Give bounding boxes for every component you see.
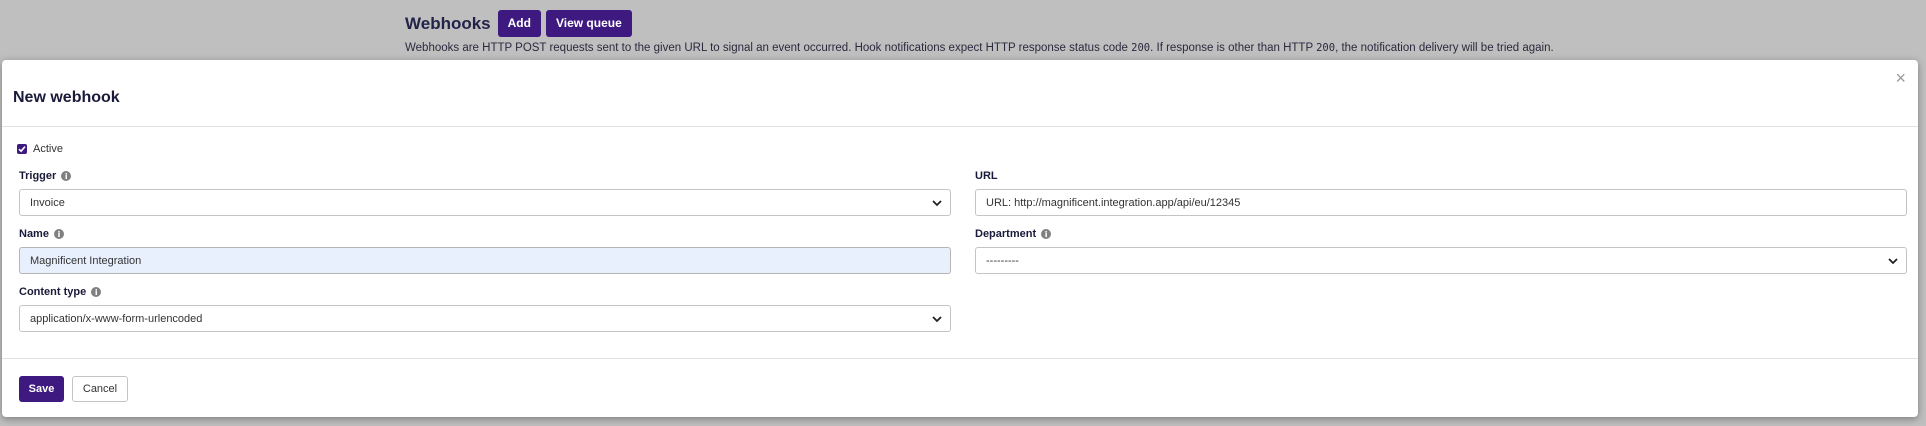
new-webhook-modal: × New webhook Active Trigger i Invoice U… [2, 60, 1918, 417]
save-button[interactable]: Save [19, 376, 64, 402]
chevron-down-icon [932, 200, 942, 207]
desc-text-1: Webhooks are HTTP POST requests sent to … [405, 42, 1132, 54]
desc-text-2: . If response is other than HTTP [1150, 42, 1317, 54]
page-description: Webhooks are HTTP POST requests sent to … [405, 42, 1905, 54]
url-value: URL: http://magnificent.integration.app/… [986, 196, 1241, 209]
url-label-row: URL [975, 169, 1907, 183]
trigger-label: Trigger [19, 170, 57, 182]
name-input[interactable]: Magnificent Integration [19, 247, 951, 274]
content-type-label: Content type [19, 286, 87, 298]
department-label: Department [975, 228, 1037, 240]
info-icon: i [1041, 229, 1052, 239]
name-label: Name [19, 228, 49, 240]
content-type-value: application/x-www-form-urlencoded [30, 312, 203, 325]
url-field: URL URL: http://magnificent.integration.… [975, 169, 1907, 216]
department-label-row: Department i [975, 227, 1907, 241]
add-webhook-button[interactable]: Add [497, 10, 541, 37]
modal-footer: Save Cancel [19, 376, 128, 402]
content-type-field: Content type i application/x-www-form-ur… [19, 285, 951, 332]
view-queue-button[interactable]: View queue [545, 10, 632, 37]
url-input[interactable]: URL: http://magnificent.integration.app/… [975, 189, 1907, 216]
trigger-select[interactable]: Invoice [19, 189, 951, 216]
checkmark-icon [18, 146, 26, 153]
active-label: Active [33, 143, 63, 155]
chevron-down-icon [1888, 258, 1898, 265]
page-title: Webhooks [405, 13, 491, 33]
name-value: Magnificent Integration [30, 254, 142, 267]
close-icon[interactable]: × [1895, 69, 1906, 87]
status-code-200-second: 200 [1316, 42, 1336, 54]
header-row: Webhooks Add View queue [405, 10, 1905, 37]
modal-title: New webhook [13, 89, 120, 106]
chevron-down-icon [932, 316, 942, 323]
name-label-row: Name i [19, 227, 951, 241]
trigger-field: Trigger i Invoice [19, 169, 951, 216]
content-type-select[interactable]: application/x-www-form-urlencoded [19, 305, 951, 332]
trigger-label-row: Trigger i [19, 169, 951, 183]
department-select[interactable]: --------- [975, 247, 1907, 274]
info-icon: i [53, 229, 64, 239]
trigger-value: Invoice [30, 196, 65, 209]
info-icon: i [91, 287, 102, 297]
content-type-label-row: Content type i [19, 285, 951, 299]
desc-text-3: , the notification delivery will be trie… [1335, 42, 1554, 54]
footer-divider [2, 358, 1918, 359]
info-icon: i [61, 171, 72, 181]
name-field: Name i Magnificent Integration [19, 227, 951, 274]
status-code-200: 200 [1131, 42, 1151, 54]
header-divider [2, 126, 1918, 127]
active-checkbox[interactable] [17, 144, 27, 154]
department-field: Department i --------- [975, 227, 1907, 274]
cancel-button[interactable]: Cancel [72, 376, 128, 402]
active-checkbox-row[interactable]: Active [17, 143, 63, 155]
page-header: Webhooks Add View queue Webhooks are HTT… [405, 10, 1905, 54]
url-label: URL [975, 170, 998, 182]
department-value: --------- [986, 254, 1019, 267]
